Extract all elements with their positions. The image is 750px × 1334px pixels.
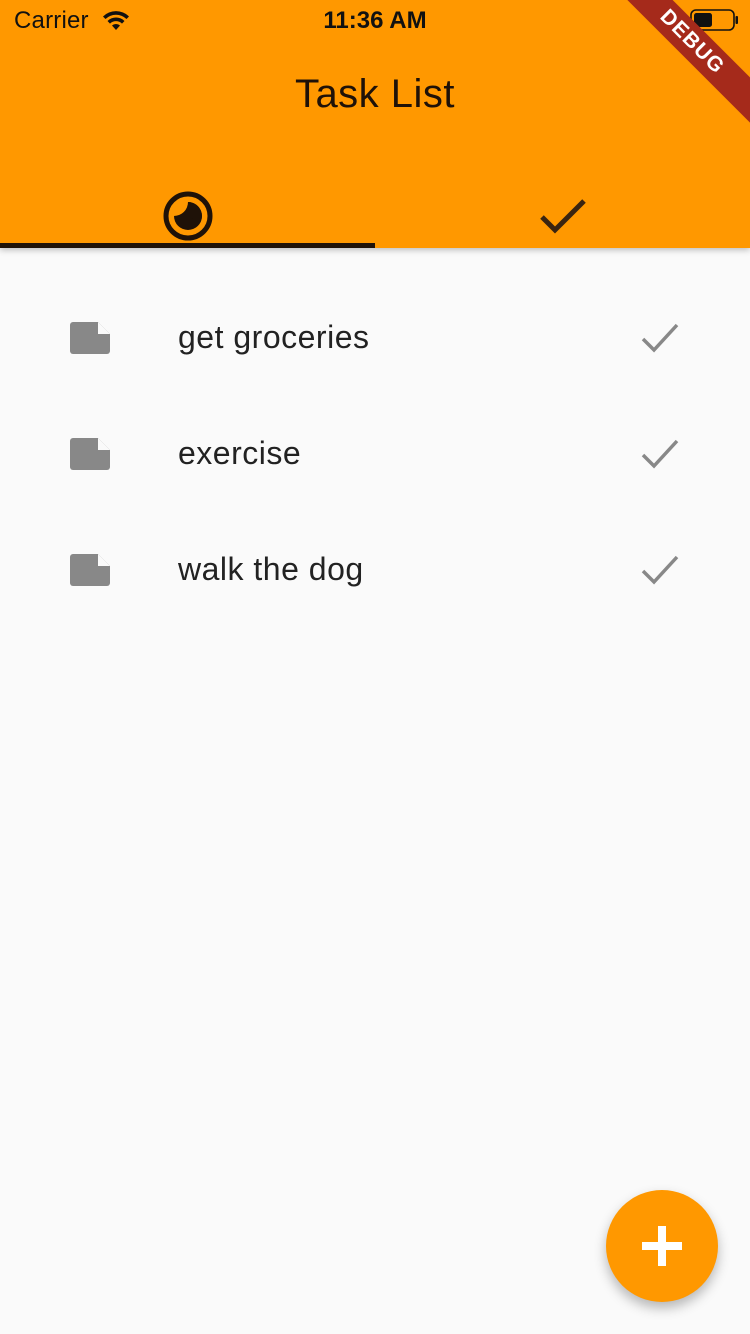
note-icon bbox=[70, 322, 110, 354]
add-task-button[interactable] bbox=[606, 1190, 718, 1302]
task-label: exercise bbox=[178, 435, 302, 471]
tab-completed[interactable] bbox=[375, 184, 750, 248]
check-icon bbox=[539, 199, 586, 234]
page-title: Task List bbox=[294, 72, 456, 116]
task-label: walk the dog bbox=[178, 551, 364, 587]
note-icon bbox=[70, 554, 110, 586]
check-icon[interactable] bbox=[640, 320, 680, 356]
tab-pending[interactable] bbox=[0, 184, 375, 248]
tab-indicator bbox=[0, 243, 375, 248]
screen: Carrier 11:36 AM Task List DEBUG get gro… bbox=[0, 0, 750, 1334]
task-label: get groceries bbox=[178, 319, 370, 355]
task-list: get groceries exercise walk the dog bbox=[0, 280, 750, 628]
add-icon bbox=[642, 1226, 682, 1266]
app-bar: Carrier 11:36 AM Task List bbox=[0, 0, 750, 248]
note-icon bbox=[70, 438, 110, 470]
status-time: 11:36 AM bbox=[323, 7, 427, 34]
check-icon[interactable] bbox=[640, 552, 680, 588]
task-row[interactable]: get groceries bbox=[0, 280, 750, 396]
task-row[interactable]: walk the dog bbox=[0, 512, 750, 628]
clock-pie-icon bbox=[163, 191, 212, 241]
check-icon[interactable] bbox=[640, 436, 680, 472]
task-row[interactable]: exercise bbox=[0, 396, 750, 512]
